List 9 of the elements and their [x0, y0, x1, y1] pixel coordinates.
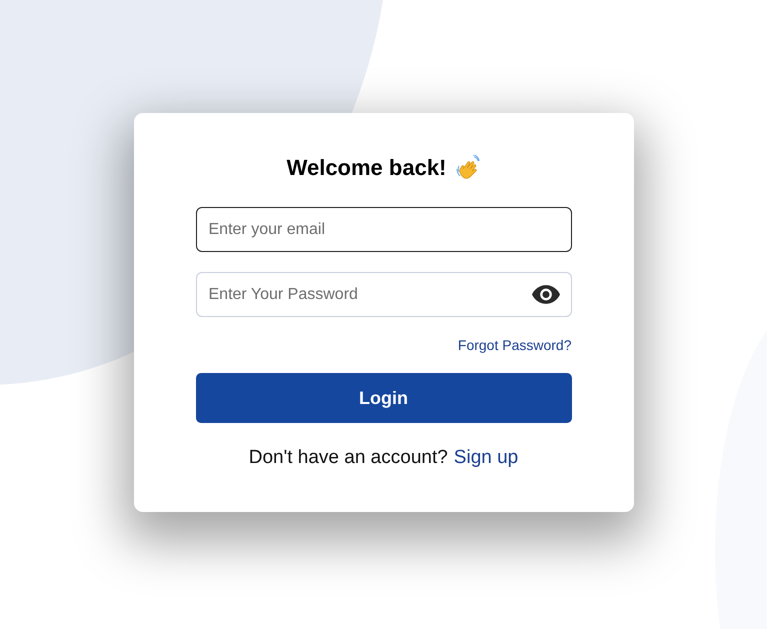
email-field[interactable]: Enter your email [196, 207, 572, 252]
login-button[interactable]: Login [196, 373, 572, 423]
waving-hand-icon [456, 155, 480, 181]
signup-link[interactable]: Sign up [454, 447, 518, 469]
eye-icon[interactable] [532, 285, 560, 304]
welcome-title: Welcome back! [286, 155, 446, 181]
signup-prompt: Don't have an account? [248, 447, 448, 469]
password-field[interactable]: Enter Your Password [196, 272, 572, 317]
forgot-password-link[interactable]: Forgot Password? [458, 337, 572, 353]
